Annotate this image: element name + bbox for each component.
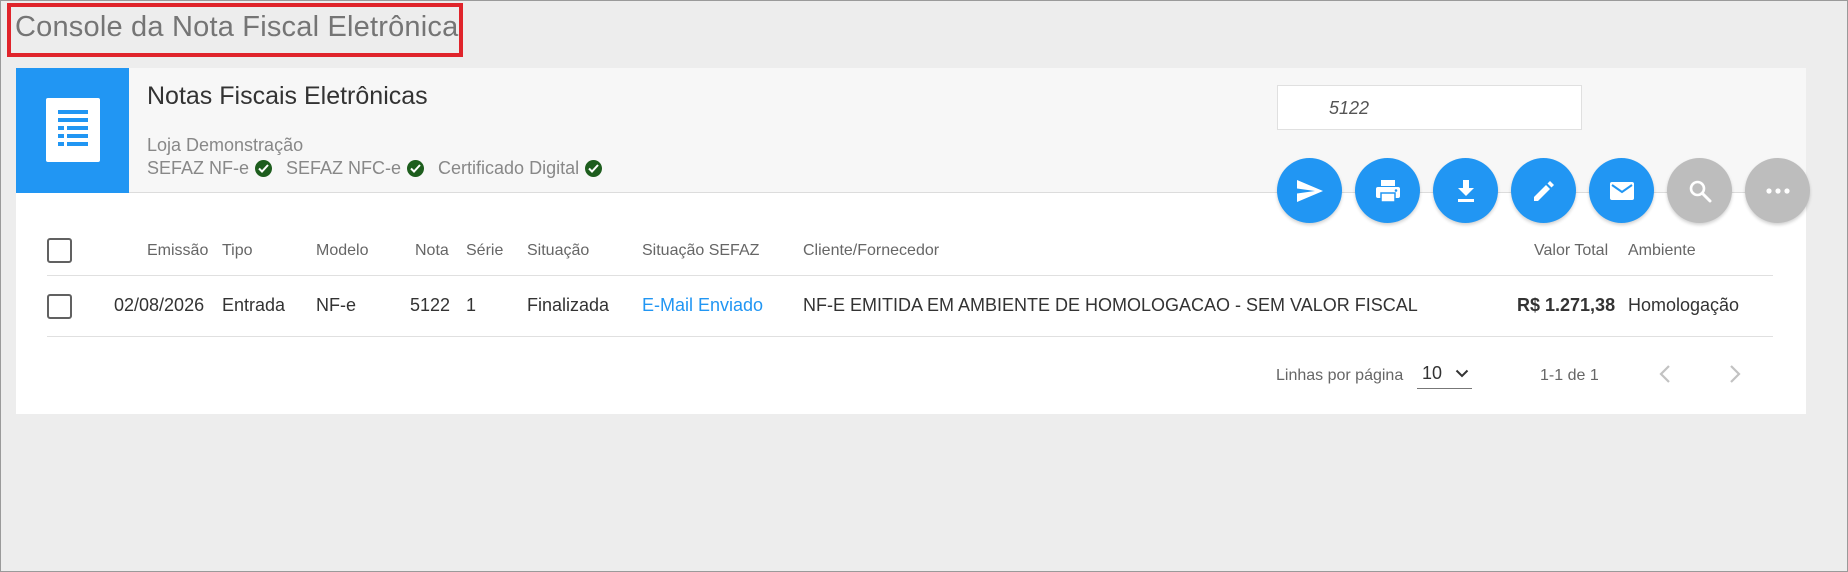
col-tipo[interactable]: Tipo: [222, 242, 253, 260]
page-title: Console da Nota Fiscal Eletrônica: [15, 11, 459, 43]
check-circle-icon: [407, 160, 425, 177]
cell-valor-total: R$ 1.271,38: [1517, 295, 1616, 315]
col-situacao[interactable]: Situação: [527, 242, 589, 260]
row-checkbox[interactable]: [47, 294, 72, 319]
chevron-down-icon: [1455, 369, 1469, 378]
print-button[interactable]: [1355, 158, 1420, 223]
cell-cliente: NF-E EMITIDA EM AMBIENTE DE HOMOLOGACAO …: [803, 295, 1418, 315]
cell-ambiente: Homologação: [1628, 295, 1740, 315]
rows-per-page-select[interactable]: 10: [1417, 361, 1472, 389]
store-name: Loja Demonstração: [147, 135, 304, 155]
col-ambiente[interactable]: Ambiente: [1628, 242, 1696, 260]
action-buttons: [1277, 158, 1823, 223]
col-modelo[interactable]: Modelo: [316, 242, 368, 260]
rows-per-page-value: 10: [1422, 363, 1443, 383]
chevron-right-icon: [1730, 365, 1741, 383]
print-icon: [1375, 179, 1400, 203]
status-label: SEFAZ NF-e: [147, 158, 250, 178]
edit-icon: [1533, 180, 1554, 201]
download-icon: [1457, 179, 1474, 202]
select-all-checkbox[interactable]: [47, 238, 72, 263]
col-situacao-sefaz[interactable]: Situação SEFAZ: [642, 242, 759, 260]
service-status-row: SEFAZ NF-e SEFAZ NFC-e Certificado Digit…: [147, 158, 616, 179]
cell-situacao-sefaz-link[interactable]: E-Mail Enviado: [642, 295, 763, 316]
col-cliente[interactable]: Cliente/Fornecedor: [803, 242, 939, 260]
search-button[interactable]: [1667, 158, 1732, 223]
rows-per-page-label: Linhas por página: [1276, 367, 1404, 384]
cell-nota: 5122: [410, 295, 451, 315]
edit-button[interactable]: [1511, 158, 1576, 223]
status-label: Certificado Digital: [438, 158, 580, 178]
card-title: Notas Fiscais Eletrônicas: [147, 82, 428, 110]
divider: [47, 275, 1773, 276]
mail-icon: [1609, 181, 1634, 200]
search-icon: [1689, 180, 1711, 202]
page-range: 1-1 de 1: [1540, 367, 1599, 384]
check-circle-icon: [585, 160, 603, 177]
more-button[interactable]: [1745, 158, 1810, 223]
search-field[interactable]: [1277, 85, 1582, 130]
cell-serie: 1: [466, 295, 477, 315]
document-tile: [16, 68, 129, 193]
cell-situacao: Finalizada: [527, 295, 610, 315]
cell-emissao: 02/08/2026: [114, 295, 205, 315]
email-button[interactable]: [1589, 158, 1654, 223]
status-sefaz-nfe: SEFAZ NF-e: [147, 158, 273, 179]
send-button[interactable]: [1277, 158, 1342, 223]
divider: [47, 336, 1773, 337]
status-certificado: Certificado Digital: [438, 158, 603, 179]
prev-page-button[interactable]: [1658, 364, 1672, 389]
download-button[interactable]: [1433, 158, 1498, 223]
cell-tipo: Entrada: [222, 295, 286, 315]
more-icon: [1765, 187, 1790, 194]
chevron-left-icon: [1659, 365, 1670, 383]
next-page-button[interactable]: [1728, 364, 1742, 389]
nfe-card: Notas Fiscais Eletrônicas Loja Demonstra…: [16, 68, 1810, 414]
cell-modelo: NF-e: [316, 295, 356, 315]
col-nota[interactable]: Nota: [415, 242, 449, 260]
check-circle-icon: [255, 160, 273, 177]
send-icon: [1296, 179, 1323, 202]
status-sefaz-nfce: SEFAZ NFC-e: [286, 158, 425, 179]
search-input[interactable]: [1329, 96, 1569, 120]
document-icon: [46, 98, 100, 162]
col-serie[interactable]: Série: [466, 242, 503, 260]
col-emissao[interactable]: Emissão: [147, 242, 208, 260]
col-valor-total[interactable]: Valor Total: [1534, 242, 1608, 260]
status-label: SEFAZ NFC-e: [286, 158, 402, 178]
